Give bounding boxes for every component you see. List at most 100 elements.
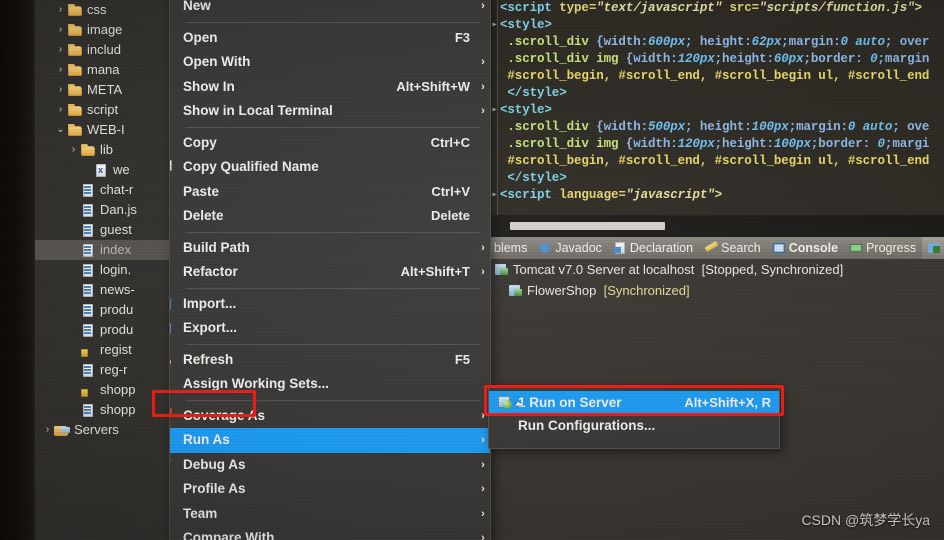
menu-item-team[interactable]: Team › bbox=[170, 502, 490, 527]
tab-serve[interactable]: Serve bbox=[922, 237, 944, 259]
servers-icon bbox=[54, 423, 71, 437]
menu-item-label: Refactor bbox=[183, 264, 238, 279]
menu-item-copy[interactable]: Copy Ctrl+C › bbox=[170, 131, 490, 156]
chevron-right-icon[interactable]: › bbox=[67, 280, 80, 300]
editor-horizontal-scrollbar[interactable] bbox=[488, 215, 944, 237]
chevron-right-icon[interactable]: › bbox=[67, 140, 80, 160]
code-token: ;margi bbox=[884, 137, 930, 151]
file-icon bbox=[80, 203, 97, 217]
menu-item-refactor[interactable]: Refactor Alt+Shift+T › bbox=[170, 260, 490, 285]
menu-item-show-in[interactable]: Show In Alt+Shift+W › bbox=[170, 75, 490, 100]
server-name: FlowerShop bbox=[527, 283, 597, 298]
tree-item-label: META bbox=[87, 82, 123, 97]
chevron-right-icon[interactable]: › bbox=[67, 300, 80, 320]
run-icon bbox=[170, 432, 173, 448]
code-line[interactable]: #scroll_begin, #scroll_end, #scroll_begi… bbox=[488, 68, 944, 85]
code-editor[interactable]: <script type="text/javascript" src="scri… bbox=[488, 0, 944, 215]
code-line[interactable]: #scroll_begin, #scroll_end, #scroll_begi… bbox=[488, 153, 944, 170]
scrollbar-thumb[interactable] bbox=[510, 222, 665, 230]
menu-item-show-in-local-terminal[interactable]: Show in Local Terminal › bbox=[170, 99, 490, 124]
chevron-right-icon[interactable]: › bbox=[67, 400, 80, 420]
chevron-right-icon[interactable]: › bbox=[54, 80, 67, 100]
menu-item-label: Compare With bbox=[183, 530, 275, 540]
submenu-chevron-icon: › bbox=[476, 292, 490, 317]
tree-item-label: chat-r bbox=[100, 182, 134, 197]
code-token: type= bbox=[559, 1, 597, 15]
code-line[interactable]: ▸ <script language="javascript"> bbox=[488, 187, 944, 204]
code-line[interactable]: <script type="text/javascript" src="scri… bbox=[488, 0, 944, 17]
tree-item-label: mana bbox=[87, 62, 120, 77]
code-token: ; ove bbox=[892, 120, 930, 134]
context-menu[interactable]: New › Open F3 › Open With › Show In Alt+Shift+W ›… bbox=[170, 0, 490, 540]
menu-item-run-as[interactable]: Run As › bbox=[170, 428, 490, 453]
tree-item-label: reg-r bbox=[100, 362, 128, 377]
code-line[interactable]: ▸ <style> bbox=[488, 102, 944, 119]
chevron-right-icon[interactable]: › bbox=[67, 260, 80, 280]
chevron-right-icon[interactable]: › bbox=[67, 380, 80, 400]
chevron-right-icon[interactable]: › bbox=[41, 420, 54, 440]
tab-blems[interactable]: blems bbox=[488, 237, 533, 259]
menu-item-compare-with[interactable]: Compare With › bbox=[170, 526, 490, 540]
chevron-right-icon[interactable]: › bbox=[67, 200, 80, 220]
code-line[interactable]: </style> bbox=[488, 170, 944, 187]
chevron-down-icon[interactable]: ⌄ bbox=[54, 120, 67, 140]
menu-item-copy-qualified-name[interactable]: Copy Qualified Name › bbox=[170, 155, 490, 180]
file-icon bbox=[80, 263, 97, 277]
menu-item-new[interactable]: New › bbox=[170, 0, 490, 19]
menu-item-export[interactable]: Export... › bbox=[170, 316, 490, 341]
copy-qualified-icon bbox=[170, 159, 173, 175]
console-icon bbox=[772, 242, 785, 254]
chevron-right-icon[interactable]: › bbox=[54, 60, 67, 80]
code-line[interactable]: .scroll_div img {width:120px;height:60px… bbox=[488, 51, 944, 68]
chevron-right-icon[interactable]: › bbox=[54, 40, 67, 60]
chevron-right-icon[interactable]: › bbox=[54, 0, 67, 20]
chevron-right-icon[interactable]: › bbox=[54, 100, 67, 120]
chevron-right-icon[interactable]: › bbox=[67, 240, 80, 260]
menu-item-build-path[interactable]: Build Path › bbox=[170, 236, 490, 261]
chevron-right-icon[interactable]: › bbox=[67, 220, 80, 240]
chevron-right-icon[interactable]: › bbox=[54, 20, 67, 40]
submenu-chevron-icon: › bbox=[476, 131, 490, 156]
menu-item-paste[interactable]: Paste Ctrl+V › bbox=[170, 180, 490, 205]
menu-item-label: Paste bbox=[183, 183, 220, 199]
file-icon bbox=[80, 183, 97, 197]
menu-item-import[interactable]: Import... › bbox=[170, 292, 490, 317]
tab-console[interactable]: Console bbox=[767, 237, 844, 259]
tree-item-label: we bbox=[113, 162, 130, 177]
code-token: 60px bbox=[773, 52, 804, 66]
code-token: language= bbox=[559, 188, 626, 202]
menu-item-debug-as[interactable]: Debug As › bbox=[170, 453, 490, 478]
server-icon bbox=[494, 263, 510, 276]
tab-progress[interactable]: Progress bbox=[844, 237, 922, 259]
tab-javadoc[interactable]: Javadoc bbox=[533, 237, 608, 259]
server-row[interactable]: Tomcat v7.0 Server at localhost [Stopped… bbox=[488, 259, 944, 280]
fold-toggle-icon[interactable]: ▸ bbox=[490, 102, 499, 119]
chevron-right-icon[interactable]: › bbox=[67, 180, 80, 200]
tree-item-label: regist bbox=[100, 342, 132, 357]
folder-icon bbox=[80, 143, 97, 157]
code-line[interactable]: .scroll_div {width:500px; height:100px;m… bbox=[488, 119, 944, 136]
code-token: </style> bbox=[500, 171, 567, 185]
file-icon bbox=[80, 323, 97, 337]
code-line[interactable]: .scroll_div {width:600px; height:62px;ma… bbox=[488, 34, 944, 51]
fold-toggle-icon[interactable]: ▸ bbox=[490, 17, 499, 34]
code-line[interactable]: </style> bbox=[488, 85, 944, 102]
code-line[interactable]: ▸ <style> bbox=[488, 17, 944, 34]
chevron-right-icon[interactable]: › bbox=[80, 160, 93, 180]
code-token: #scroll_begin, #scroll_end, #scroll_begi… bbox=[500, 154, 930, 168]
code-line[interactable]: .scroll_div img {width:120px;height:100p… bbox=[488, 136, 944, 153]
menu-item-profile-as[interactable]: Profile As › bbox=[170, 477, 490, 502]
tab-declaration[interactable]: Declaration bbox=[608, 237, 699, 259]
tab-search[interactable]: Search bbox=[699, 237, 767, 259]
chevron-right-icon[interactable]: › bbox=[67, 320, 80, 340]
server-row[interactable]: FlowerShop [Synchronized] bbox=[488, 280, 944, 301]
fold-toggle-icon[interactable]: ▸ bbox=[490, 187, 499, 204]
menu-item-open-with[interactable]: Open With › bbox=[170, 50, 490, 75]
chevron-right-icon[interactable]: › bbox=[67, 360, 80, 380]
submenu-item-run-configurations[interactable]: Run Configurations... bbox=[489, 414, 779, 437]
chevron-right-icon[interactable]: › bbox=[67, 340, 80, 360]
view-tab-bar[interactable]: blems Javadoc Declaration Search Console Prog… bbox=[488, 237, 944, 259]
menu-item-open[interactable]: Open F3 › bbox=[170, 26, 490, 51]
menu-item-refresh[interactable]: Refresh F5 › bbox=[170, 348, 490, 373]
menu-item-delete[interactable]: ✖ Delete Delete › bbox=[170, 204, 490, 229]
